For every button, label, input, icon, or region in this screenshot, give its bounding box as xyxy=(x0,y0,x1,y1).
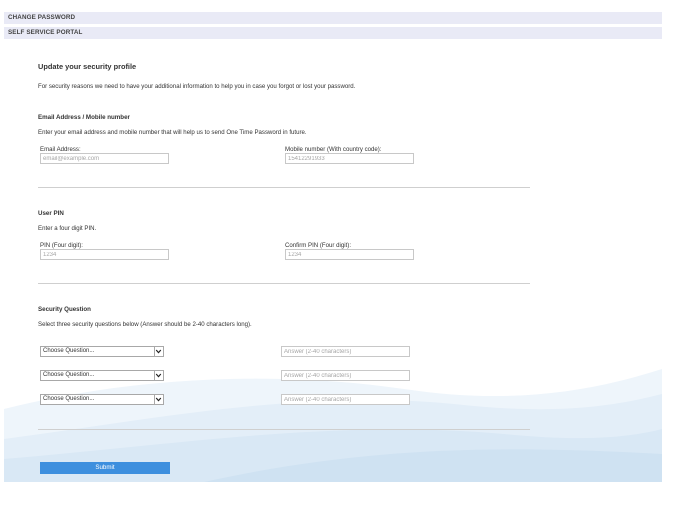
answer-field-2[interactable] xyxy=(281,370,410,381)
page-title: Update your security profile xyxy=(38,62,137,71)
confirm-pin-field[interactable] xyxy=(285,249,414,260)
section-divider xyxy=(38,429,530,430)
email-field[interactable] xyxy=(40,153,169,164)
page-frame: CHANGE PASSWORD SELF SERVICE PORTAL Upda… xyxy=(4,9,662,482)
security-description: Select three security questions below (A… xyxy=(38,321,252,328)
section-divider xyxy=(38,283,530,284)
mobile-label: Mobile number (With country code): xyxy=(285,146,382,153)
question-select-value: Choose Question... xyxy=(43,396,95,402)
question-select-value: Choose Question... xyxy=(43,348,95,354)
chevron-down-icon[interactable] xyxy=(154,347,162,356)
question-select-3[interactable]: Choose Question... xyxy=(40,394,164,405)
question-select-2[interactable]: Choose Question... xyxy=(40,370,164,381)
section-divider xyxy=(38,187,530,188)
question-select-value: Choose Question... xyxy=(43,372,95,378)
nav-change-password[interactable]: CHANGE PASSWORD xyxy=(4,12,662,24)
answer-field-1[interactable] xyxy=(281,346,410,357)
pin-description: Enter a four digit PIN. xyxy=(38,225,97,232)
security-heading: Security Question xyxy=(38,306,91,313)
submit-button[interactable]: Submit xyxy=(40,462,170,474)
pin-heading: User PIN xyxy=(38,210,64,217)
pin-label: PIN (Four digit): xyxy=(40,242,84,249)
mobile-field[interactable] xyxy=(285,153,414,164)
question-select-1[interactable]: Choose Question... xyxy=(40,346,164,357)
answer-field-3[interactable] xyxy=(281,394,410,405)
chevron-down-icon[interactable] xyxy=(154,395,162,404)
contact-heading: Email Address / Mobile number xyxy=(38,114,130,121)
confirm-pin-label: Confirm PIN (Four digit): xyxy=(285,242,352,249)
chevron-down-icon[interactable] xyxy=(154,371,162,380)
contact-description: Enter your email address and mobile numb… xyxy=(38,129,307,136)
page-intro: For security reasons we need to have you… xyxy=(38,83,356,90)
nav-self-service-portal[interactable]: SELF SERVICE PORTAL xyxy=(4,27,662,39)
pin-field[interactable] xyxy=(40,249,169,260)
email-label: Email Address: xyxy=(40,146,81,153)
